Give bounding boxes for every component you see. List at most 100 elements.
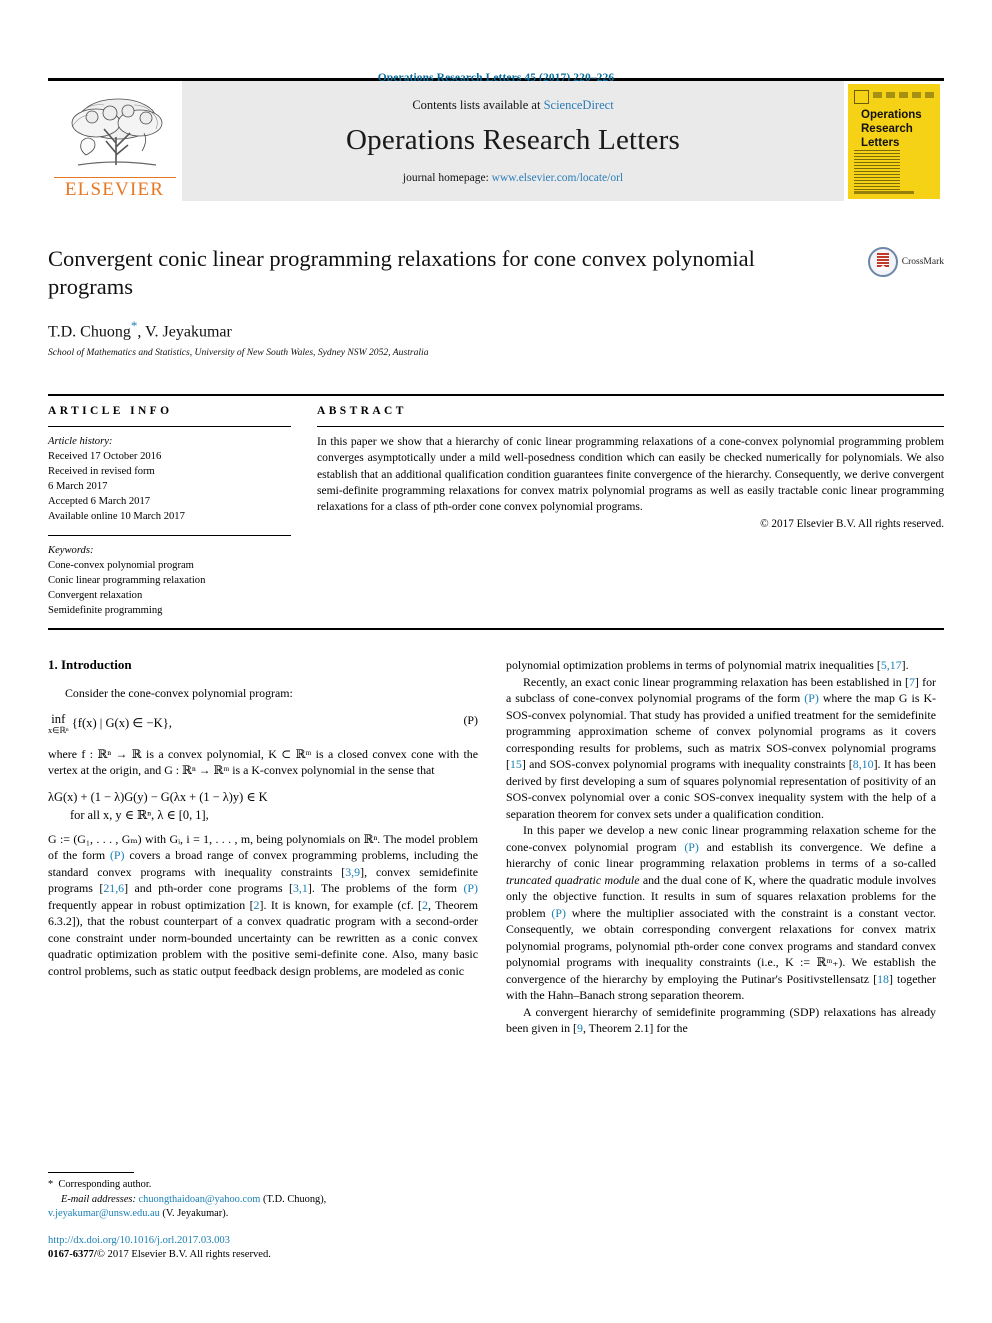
p3-seg-7: ]. It is known, for example (cf. [	[259, 897, 422, 912]
history-line: Received in revised form	[48, 466, 155, 478]
contents-available-line: Contents lists available at ScienceDirec…	[412, 98, 613, 113]
section-heading-introduction: 1. Introduction	[48, 657, 132, 673]
keyword-item: Convergent relaxation	[48, 590, 143, 602]
equation-P-body: {f(x) | G(x) ∈ −K},	[71, 715, 172, 730]
corresponding-author-text: Corresponding author.	[58, 1179, 152, 1191]
ref-link-P-r1[interactable]: (P)	[804, 691, 819, 705]
keywords-label: Keywords:	[48, 545, 94, 557]
email-addresses-line: E-mail addresses: chuongthaidoan@yahoo.c…	[48, 1193, 478, 1207]
r-p1-seg-2: ].	[901, 658, 909, 673]
article-info-heading: ARTICLE INFO	[48, 405, 173, 418]
abstract-column: ABSTRACT In this paper we show that a hi…	[317, 405, 944, 618]
equation-P: inf x∈ℝⁿ {f(x) | G(x) ∈ −K}, (P)	[48, 713, 478, 735]
footnote-star: *	[48, 1179, 54, 1191]
affiliation: School of Mathematics and Statistics, Un…	[48, 347, 429, 359]
email-link-2[interactable]: v.jeyakumar@unsw.edu.au	[48, 1208, 160, 1219]
paragraph: In this paper we develop a new conic lin…	[506, 822, 936, 1003]
author-list: T.D. Chuong*, V. Jeyakumar	[48, 318, 834, 341]
contents-prefix: Contents lists available at	[412, 98, 544, 112]
abstract-heading: ABSTRACT	[317, 405, 407, 418]
ref-link-15[interactable]: 15	[510, 757, 522, 771]
info-abstract-band: ARTICLE INFO Article history: Received 1…	[48, 394, 944, 631]
p3-seg-4: ] and pth-order cone programs [	[124, 881, 293, 896]
history-line: Available online 10 March 2017	[48, 511, 185, 523]
r-p2-seg-1: Recently, an exact conic linear programm…	[523, 674, 909, 689]
corresponding-author-note: * Corresponding author.	[48, 1178, 478, 1192]
ref-link-P-r2[interactable]: (P)	[684, 840, 699, 854]
running-head: Operations Research Letters 45 (2017) 22…	[377, 72, 615, 84]
issn-copyright-line: 0167-6377/© 2017 Elsevier B.V. All right…	[48, 1248, 478, 1263]
body-columns: 1. Introduction Consider the cone-convex…	[48, 657, 944, 1036]
sciencedirect-link[interactable]: ScienceDirect	[544, 98, 614, 112]
r-p4-seg-1: A convergent hierarchy of semidefinite p…	[506, 1004, 936, 1036]
ref-link-P-2[interactable]: (P)	[463, 881, 478, 895]
p3-seg-6: frequently appear in robust optimization…	[48, 897, 254, 912]
inf-label: inf	[51, 711, 66, 726]
right-column: polynomial optimization problems in term…	[506, 657, 936, 1036]
journal-cover-thumbnail: Operations Research Letters	[844, 81, 944, 201]
ref-link-3-1[interactable]: 3,1	[293, 881, 308, 895]
journal-homepage-line: journal homepage: www.elsevier.com/locat…	[403, 172, 623, 184]
abstract-text: In this paper we show that a hierarchy o…	[317, 435, 944, 514]
cover-publisher-mark-icon	[854, 89, 869, 104]
article-info-column: ARTICLE INFO Article history: Received 1…	[48, 405, 291, 618]
p3-seg-5: ]. The problems of the form	[307, 881, 464, 896]
elsevier-wordmark: ELSEVIER	[53, 177, 176, 199]
cover-contents-lines	[854, 149, 900, 192]
abstract-rule	[317, 426, 944, 428]
emphasis-truncated-quadratic-module: truncated quadratic module	[506, 872, 640, 887]
page-title: Convergent conic linear programming rela…	[48, 246, 755, 299]
email-label: E-mail addresses:	[61, 1193, 136, 1205]
r-p3-seg-4: where the multiplier associated with the…	[506, 905, 936, 986]
equation-P-tag: (P)	[463, 712, 478, 727]
ref-link-3-9[interactable]: 3,9	[345, 865, 360, 879]
elsevier-tree-icon	[71, 98, 162, 166]
keyword-item: Conic linear programming relaxation	[48, 575, 206, 587]
crossmark-badge[interactable]: CrossMark	[867, 247, 944, 277]
title-block: Convergent conic linear programming rela…	[48, 245, 944, 358]
cover-title: Operations Research Letters	[861, 108, 922, 150]
email-link-1[interactable]: chuongthaidoan@yahoo.com	[139, 1194, 261, 1205]
r-p4-seg-2: , Theorem 2.1] for the	[582, 1021, 688, 1036]
email-owner-1: (T.D. Chuong),	[262, 1193, 327, 1205]
email-owner-2: (V. Jeyakumar).	[162, 1207, 229, 1219]
equation-K-convex-line1: λG(x) + (1 − λ)G(y) − G(λx + (1 − λ)y) ∈…	[48, 789, 268, 804]
paragraph: where f : ℝⁿ → ℝ is a convex polynomial,…	[48, 746, 478, 778]
footnote-rule	[48, 1172, 134, 1174]
paragraph: Consider the cone-convex polynomial prog…	[65, 686, 293, 701]
journal-title: Operations Research Letters	[346, 124, 680, 156]
cover-footer-rule	[854, 190, 914, 194]
inf-subscript: x∈ℝⁿ	[48, 725, 69, 735]
cover-title-line-1: Operations	[861, 108, 922, 121]
r-p2-seg-4: ] and SOS-convex polynomial programs wit…	[521, 757, 853, 772]
ref-link-21-6[interactable]: 21,6	[103, 881, 124, 895]
equation-K-convex-line2: for all x, y ∈ ℝⁿ, λ ∈ [0, 1],	[70, 807, 209, 822]
article-history-label: Article history:	[48, 436, 113, 448]
ref-link-8-10[interactable]: 8,10	[853, 757, 874, 771]
ref-link-5-17[interactable]: 5,17	[881, 658, 902, 672]
article-info-rule	[48, 426, 291, 428]
cover-title-line-3: Letters	[861, 136, 900, 149]
masthead-center: Contents lists available at ScienceDirec…	[181, 81, 844, 201]
doi-link[interactable]: http://dx.doi.org/10.1016/j.orl.2017.03.…	[48, 1234, 478, 1249]
history-line: Accepted 6 March 2017	[48, 496, 151, 508]
email-addresses-line-2: v.jeyakumar@unsw.edu.au (V. Jeyakumar).	[48, 1207, 478, 1221]
paper-page: Operations Research Letters 45 (2017) 22…	[0, 0, 992, 1323]
r-p1-seg-1: polynomial optimization problems in term…	[506, 658, 881, 673]
keywords-list: Keywords: Cone-convex polynomial program…	[48, 543, 291, 618]
keyword-item: Cone-convex polynomial program	[48, 560, 194, 572]
homepage-prefix: journal homepage:	[402, 172, 492, 184]
ref-link-P[interactable]: (P)	[110, 848, 125, 862]
equation-K-convex: λG(x) + (1 − λ)G(y) − G(λx + (1 − λ)y) ∈…	[48, 789, 478, 823]
crossmark-icon[interactable]	[867, 247, 898, 277]
ref-link-P-r3[interactable]: (P)	[551, 906, 566, 920]
ref-link-18[interactable]: 18	[877, 972, 889, 986]
cover-top-rule	[873, 91, 934, 98]
journal-masthead: ELSEVIER Contents lists available at Sci…	[48, 78, 944, 201]
elsevier-logo: ELSEVIER	[48, 81, 181, 201]
cover-title-line-2: Research	[861, 122, 913, 135]
journal-homepage-link[interactable]: www.elsevier.com/locate/orl	[492, 172, 623, 184]
paragraph: G := (G₁, . . . , Gₘ) with Gᵢ, i = 1, . …	[48, 831, 478, 979]
doi-block: http://dx.doi.org/10.1016/j.orl.2017.03.…	[48, 1234, 478, 1263]
crossmark-label: CrossMark	[901, 257, 944, 267]
